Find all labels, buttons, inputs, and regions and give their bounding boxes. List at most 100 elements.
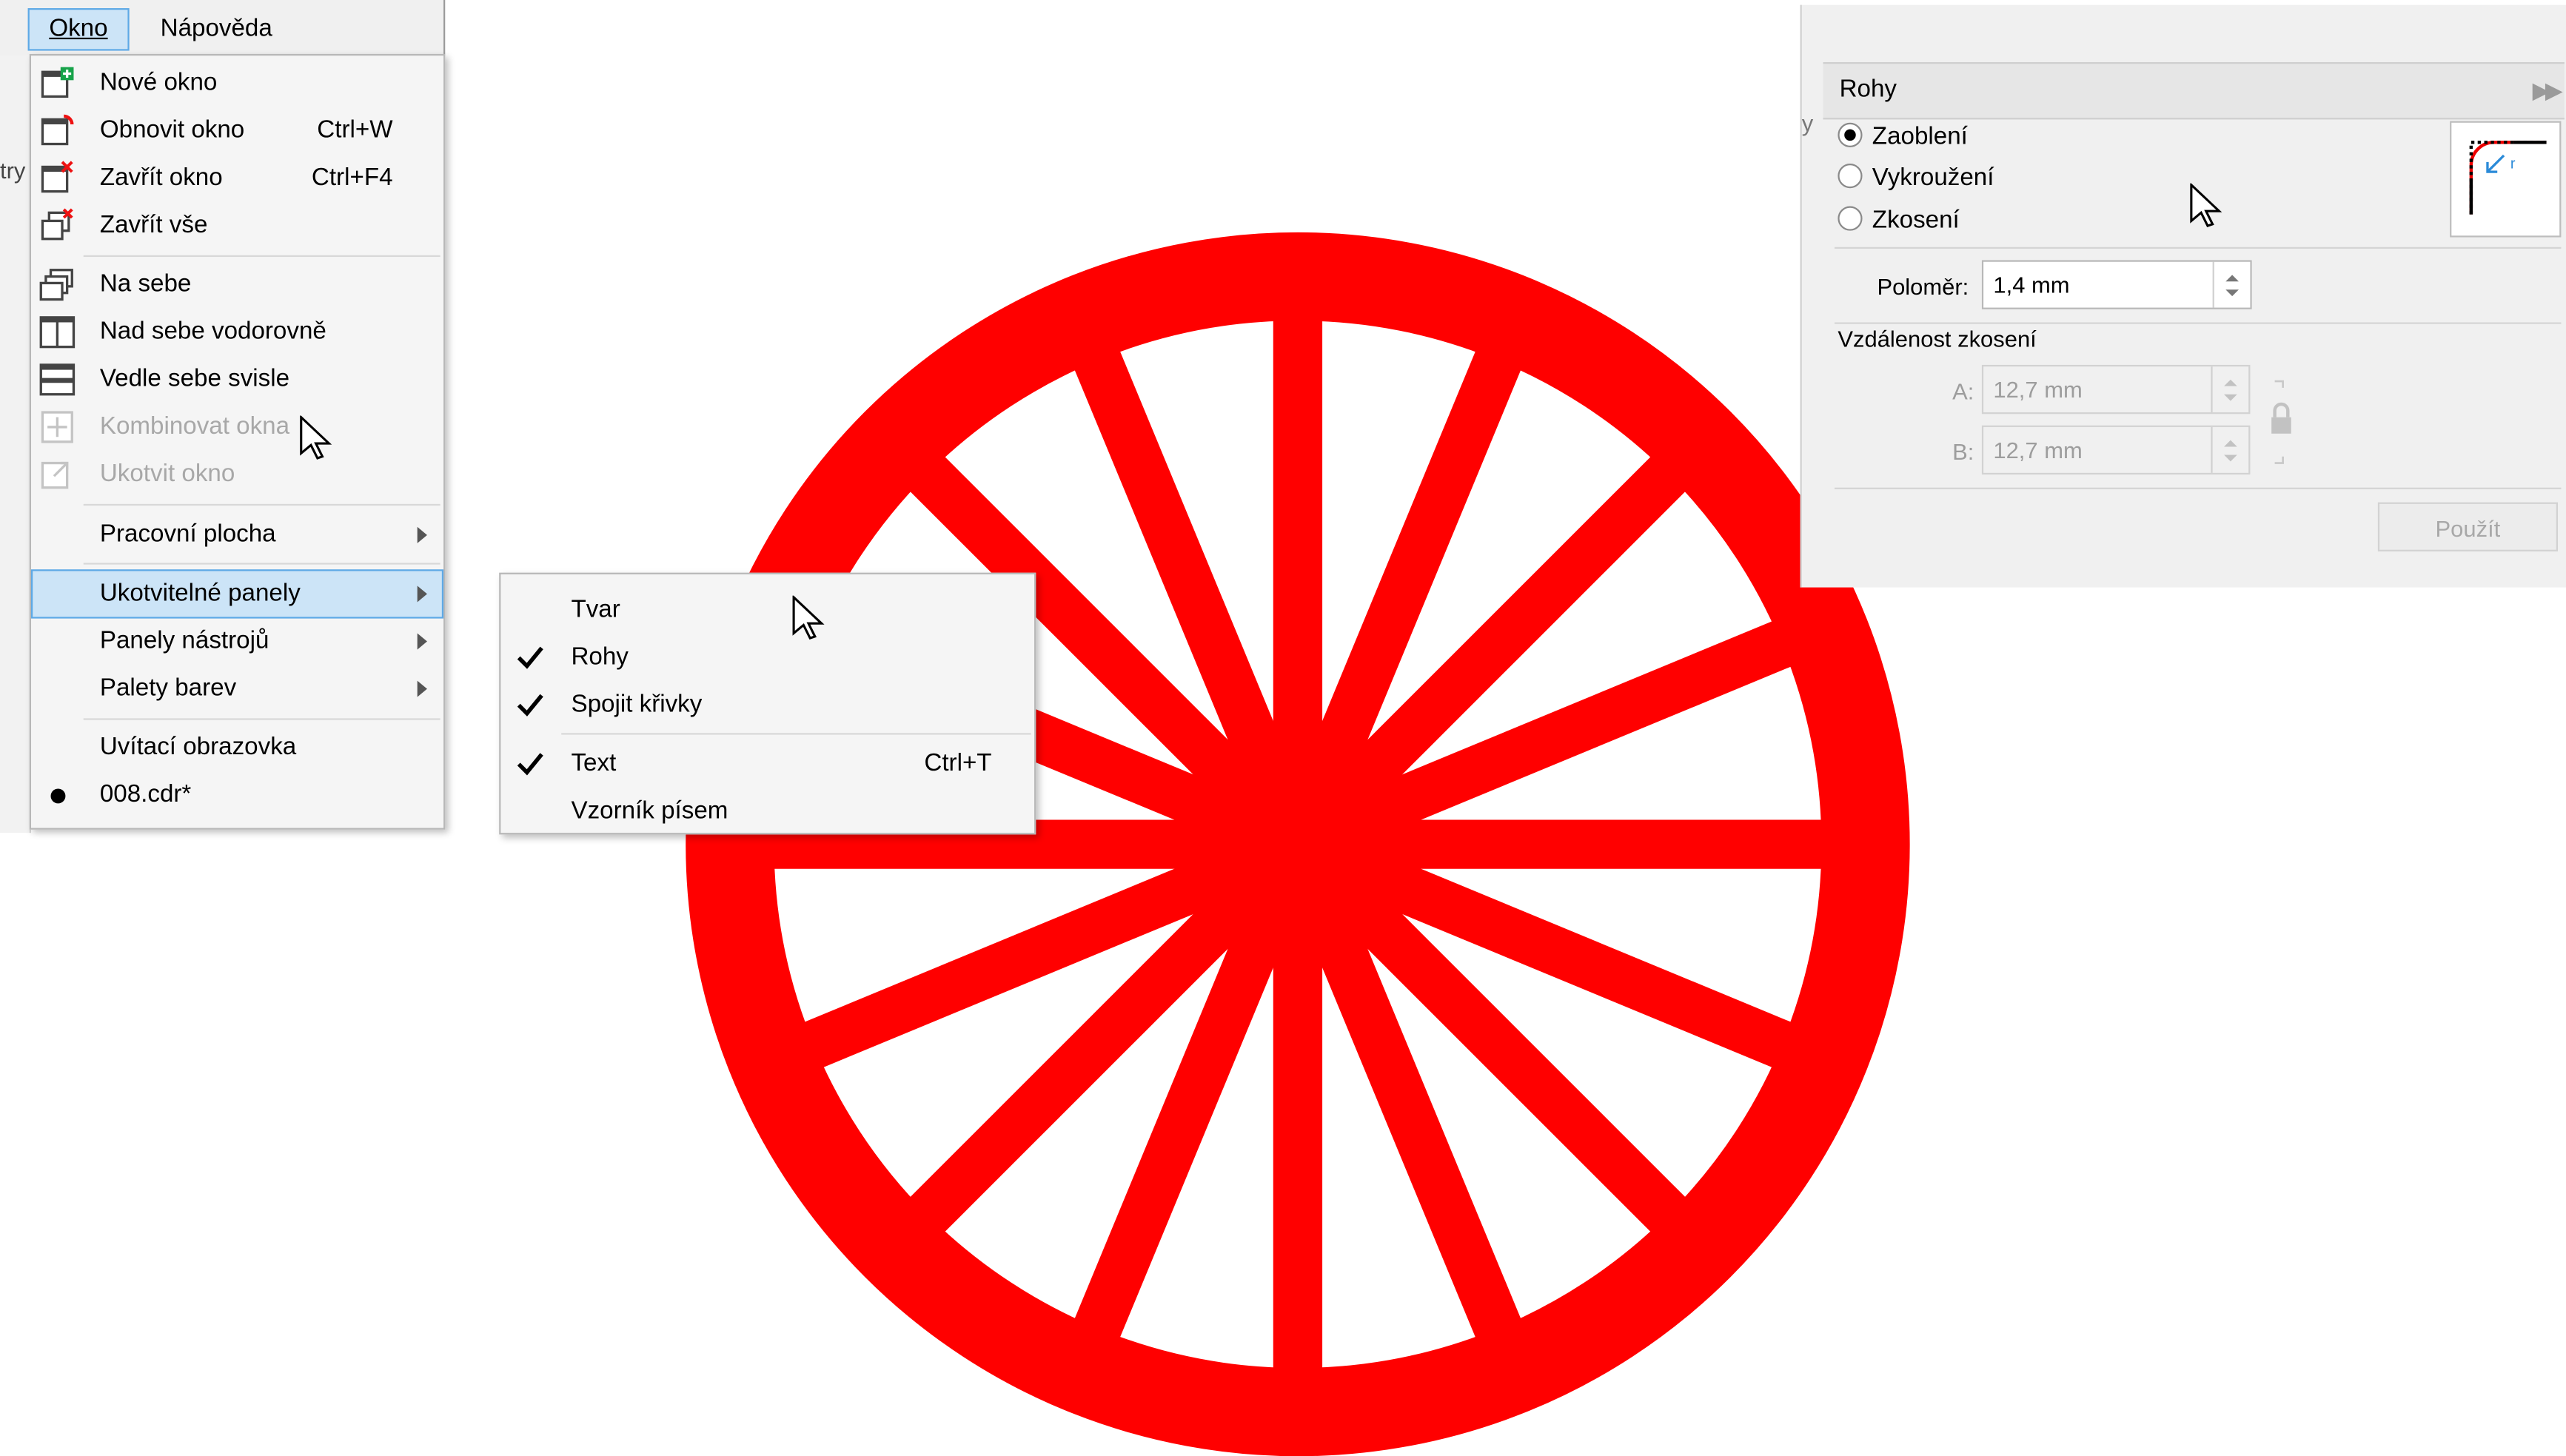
close-all-icon	[41, 208, 73, 241]
menu-napoveda-label: Nápověda	[160, 14, 272, 43]
menu-item-new-window[interactable]: Nové okno	[33, 61, 442, 107]
checkmark-icon	[517, 694, 543, 717]
corner-preview: r	[2450, 121, 2562, 238]
menu-item-refresh-window[interactable]: Obnovit okno Ctrl+W	[33, 108, 442, 154]
submenu-item-vzornik-pisem[interactable]: Vzorník písem	[500, 788, 1034, 834]
chamfer-b-spinbox[interactable]: 12,7 mm	[1981, 425, 2251, 475]
menu-item-label: Kombinovat okna	[99, 412, 290, 440]
submenu-item-text[interactable]: Text Ctrl+T	[500, 741, 1034, 787]
submenu-item-label: Rohy	[571, 643, 629, 671]
menu-item-shortcut: Ctrl+W	[317, 115, 393, 144]
menu-okno[interactable]: Okno	[27, 8, 130, 51]
menu-item-document-008[interactable]: 008.cdr*	[33, 772, 442, 818]
corners-docker: y Rohy ▶▶ Zaoblení Vykroužení Zkosení r	[1800, 4, 2566, 588]
menu-item-combine-windows[interactable]: Kombinovat okna	[33, 404, 442, 450]
chamfer-a-spinbox[interactable]: 12,7 mm	[1981, 364, 2251, 415]
apply-button[interactable]: Použít	[2377, 502, 2559, 551]
menu-bar: Okno Nápověda	[0, 0, 446, 56]
menu-item-label: Ukotvit okno	[99, 460, 235, 488]
radio-button[interactable]	[1838, 164, 1863, 189]
submenu-arrow-icon	[417, 526, 427, 543]
docker-title: Rohy	[1839, 75, 1897, 104]
menu-item-label: Zavřít okno	[99, 164, 223, 192]
submenu-item-label: Text	[571, 749, 617, 777]
lock-icon[interactable]	[2267, 375, 2297, 469]
submenu-item-rohy[interactable]: Rohy	[500, 635, 1034, 681]
menu-item-dockers[interactable]: Ukotvitelné panely	[30, 569, 444, 619]
divider	[1834, 322, 2562, 324]
radius-value: 1,4 mm	[1993, 271, 2070, 298]
menu-item-tile-vertical[interactable]: Vedle sebe svisle	[33, 357, 442, 403]
submenu-item-label: Vzorník písem	[571, 796, 728, 825]
menu-item-label: Ukotvitelné panely	[99, 579, 301, 608]
spin-up-icon[interactable]	[2224, 379, 2237, 386]
menu-item-dock-window[interactable]: Ukotvit okno	[33, 452, 442, 497]
menu-item-shortcut: Ctrl+F4	[311, 164, 393, 192]
chamfer-section-label: Vzdálenost zkosení	[1838, 325, 2037, 352]
left-fragment-text: try	[0, 157, 26, 184]
divider	[1834, 487, 2562, 489]
close-window-icon	[41, 161, 73, 193]
menu-item-tile-horizontal[interactable]: Nad sebe vodorovně	[33, 309, 442, 355]
menu-okno-label: Okno	[49, 14, 108, 43]
submenu-item-spojit-krivky[interactable]: Spojit křivky	[500, 682, 1034, 728]
divider	[1834, 246, 2562, 249]
submenu-arrow-icon	[417, 586, 427, 603]
chamfer-a-spin-buttons[interactable]	[2211, 366, 2248, 413]
menu-item-color-palettes[interactable]: Palety barev	[33, 666, 442, 712]
menu-item-cascade[interactable]: Na sebe	[33, 262, 442, 308]
spin-down-icon[interactable]	[2224, 394, 2237, 401]
spin-down-icon[interactable]	[2225, 289, 2239, 297]
menu-item-label: Vedle sebe svisle	[99, 364, 290, 393]
menu-item-label: Nové okno	[99, 68, 218, 97]
menu-item-label: 008.cdr*	[99, 780, 192, 808]
radius-spin-buttons[interactable]	[2212, 261, 2251, 308]
menu-separator	[83, 563, 440, 565]
left-toolbar-fragment: try	[0, 56, 31, 833]
docker-header: Rohy ▶▶	[1823, 61, 2565, 120]
menu-item-toolbars[interactable]: Panely nástrojů	[33, 619, 442, 665]
menu-napoveda[interactable]: Nápověda	[141, 10, 292, 49]
fillet-preview-icon: r	[2469, 141, 2547, 215]
cursor-icon	[300, 415, 332, 460]
radio-button[interactable]	[1838, 206, 1863, 231]
expand-docker-icon[interactable]: ▶▶	[2533, 77, 2563, 105]
spin-up-icon[interactable]	[2225, 275, 2239, 282]
submenu-arrow-icon	[417, 633, 427, 650]
menu-item-label: Obnovit okno	[99, 115, 245, 144]
submenu-item-label: Tvar	[571, 595, 620, 624]
menu-item-welcome-screen[interactable]: Uvítací obrazovka	[33, 725, 442, 771]
submenu-arrow-icon	[417, 680, 427, 697]
menu-item-workspace[interactable]: Pracovní plocha	[33, 512, 442, 558]
dock-window-icon	[41, 461, 69, 489]
svg-text:r: r	[2510, 156, 2516, 172]
cursor-icon	[2190, 183, 2222, 227]
menu-item-label: Panely nástrojů	[99, 626, 269, 655]
tile-horizontal-icon	[39, 316, 76, 349]
mode-label: Vykroužení	[1872, 164, 1994, 192]
menu-item-close-window[interactable]: Zavřít okno Ctrl+F4	[33, 155, 442, 201]
submenu-item-label: Spojit křivky	[571, 690, 703, 719]
spin-up-icon[interactable]	[2224, 440, 2237, 447]
menu-item-label: Na sebe	[99, 269, 192, 298]
refresh-window-icon	[41, 114, 74, 146]
tile-vertical-icon	[39, 363, 76, 396]
menu-separator	[83, 503, 440, 506]
menu-item-close-all[interactable]: Zavřít vše	[33, 203, 442, 249]
radio-button-selected[interactable]	[1838, 122, 1863, 147]
radius-spinbox[interactable]: 1,4 mm	[1981, 260, 2252, 309]
dockers-submenu: Tvar Rohy Spojit křivky Text Ctrl+T Vzor…	[499, 572, 1036, 835]
menu-separator	[83, 255, 440, 258]
new-window-icon	[41, 67, 74, 98]
checkmark-icon	[517, 753, 543, 776]
menu-item-label: Palety barev	[99, 674, 237, 702]
chamfer-b-label: B:	[1952, 438, 1974, 465]
chamfer-b-spin-buttons[interactable]	[2211, 426, 2248, 473]
docker-left-fragment: y	[1801, 110, 1814, 136]
mode-label: Zkosení	[1872, 206, 1960, 235]
submenu-separator	[561, 733, 1031, 735]
chamfer-b-value: 12,7 mm	[1993, 437, 2083, 463]
spin-down-icon[interactable]	[2224, 454, 2237, 462]
submenu-item-tvar[interactable]: Tvar	[500, 588, 1034, 634]
menu-item-label: Uvítací obrazovka	[99, 733, 297, 761]
